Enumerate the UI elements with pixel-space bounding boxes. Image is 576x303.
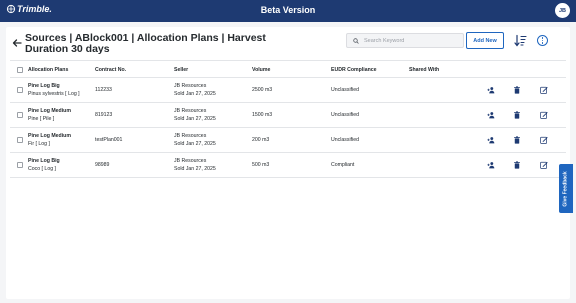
row-checkbox[interactable]: [17, 137, 23, 143]
table-row[interactable]: Pine Log Medium Fir [ Log ] testPlan001 …: [10, 128, 566, 153]
seller-name: JB Resources: [174, 108, 207, 114]
plan-name[interactable]: Pine Log Medium: [28, 107, 71, 115]
seller-name: JB Resources: [174, 158, 207, 164]
eudr-status: Unclassified: [331, 112, 359, 118]
trash-icon[interactable]: [513, 86, 521, 94]
more-vertical-icon: [541, 37, 544, 39]
edit-icon[interactable]: [540, 86, 548, 94]
plan-species: Pinus sylvestris [ Log ]: [28, 91, 80, 97]
plan-name[interactable]: Pine Log Big: [28, 157, 60, 165]
content-panel: Sources | ABlock001 | Allocation Plans |…: [6, 27, 570, 299]
plan-species: Coco [ Log ]: [28, 166, 56, 172]
row-checkbox[interactable]: [17, 87, 23, 93]
add-person-icon[interactable]: [487, 161, 495, 169]
table-row[interactable]: Pine Log Big Coco [ Log ] 98989 JB Resou…: [10, 153, 566, 178]
column-header-plans[interactable]: Allocation Plans: [28, 67, 68, 73]
top-bar: Trimble. Beta Version JB: [0, 0, 576, 22]
row-checkbox[interactable]: [17, 162, 23, 168]
eudr-status: Compliant: [331, 162, 355, 168]
eudr-status: Unclassified: [331, 137, 359, 143]
page-title: Sources | ABlock001 | Allocation Plans |…: [25, 32, 266, 55]
feedback-label: Give Feedback: [563, 170, 570, 207]
table-header: Allocation Plans Contract No. Seller Vol…: [10, 60, 566, 78]
column-header-shared[interactable]: Shared With: [409, 67, 439, 73]
plan-species: Fir [ Log ]: [28, 141, 50, 147]
column-header-eudr[interactable]: EUDR Compliance: [331, 67, 377, 73]
volume: 2500 m3: [252, 87, 273, 93]
column-header-volume[interactable]: Volume: [252, 67, 270, 73]
table-row[interactable]: Pine Log Big Pinus sylvestris [ Log ] 11…: [10, 78, 566, 103]
add-person-icon[interactable]: [487, 86, 495, 94]
volume: 1500 m3: [252, 112, 273, 118]
trash-icon[interactable]: [513, 111, 521, 119]
seller-name: JB Resources: [174, 83, 207, 89]
plan-species: Pine [ Pile ]: [28, 116, 55, 122]
add-new-button[interactable]: Add New: [466, 32, 504, 49]
contract-no: 819123: [95, 112, 113, 118]
select-all-checkbox[interactable]: [17, 67, 23, 73]
contract-no: 112233: [95, 87, 112, 93]
row-checkbox[interactable]: [17, 112, 23, 118]
edit-icon[interactable]: [540, 161, 548, 169]
give-feedback-tab[interactable]: Give Feedback: [559, 164, 573, 213]
allocation-plans-table: Allocation Plans Contract No. Seller Vol…: [10, 60, 566, 178]
contract-no: 98989: [95, 162, 110, 168]
sold-date: Sold Jan 27, 2025: [174, 91, 216, 97]
edit-icon[interactable]: [540, 136, 548, 144]
trash-icon[interactable]: [513, 136, 521, 144]
table-row[interactable]: Pine Log Medium Pine [ Pile ] 819123 JB …: [10, 103, 566, 128]
trash-icon[interactable]: [513, 161, 521, 169]
arrow-left-icon[interactable]: [11, 37, 23, 49]
column-header-contract[interactable]: Contract No.: [95, 67, 126, 73]
add-person-icon[interactable]: [487, 111, 495, 119]
sort-icon[interactable]: [514, 34, 527, 47]
edit-icon[interactable]: [540, 111, 548, 119]
volume: 200 m3: [252, 137, 270, 143]
contract-no: testPlan001: [95, 137, 123, 143]
search-input[interactable]: [364, 37, 454, 44]
sold-date: Sold Jan 27, 2025: [174, 116, 216, 122]
sold-date: Sold Jan 27, 2025: [174, 141, 216, 147]
search-box[interactable]: [346, 33, 464, 48]
sold-date: Sold Jan 27, 2025: [174, 166, 216, 172]
seller-name: JB Resources: [174, 133, 207, 139]
search-icon: [353, 37, 359, 44]
add-person-icon[interactable]: [487, 136, 495, 144]
plan-name[interactable]: Pine Log Big: [28, 82, 80, 90]
user-avatar[interactable]: JB: [555, 3, 570, 18]
eudr-status: Unclassified: [331, 87, 359, 93]
more-options-button[interactable]: [537, 35, 548, 46]
column-header-seller[interactable]: Seller: [174, 67, 188, 73]
volume: 500 m3: [252, 162, 270, 168]
plan-name[interactable]: Pine Log Medium: [28, 132, 71, 140]
app-title: Beta Version: [260, 5, 316, 15]
